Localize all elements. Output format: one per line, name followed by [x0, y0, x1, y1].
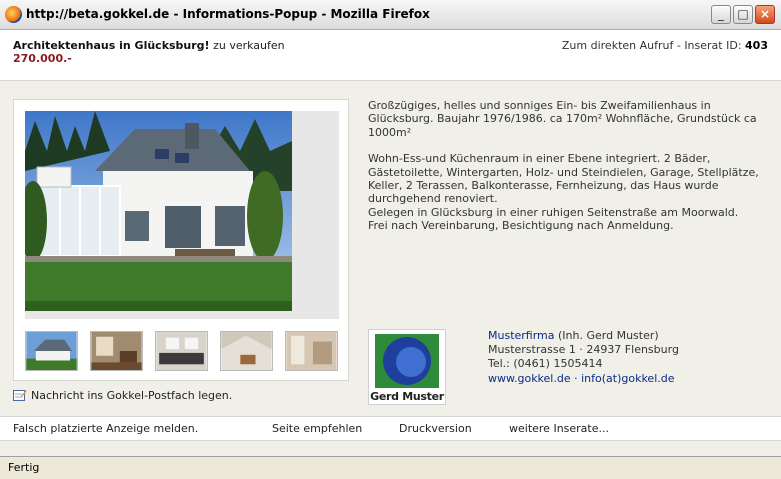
description-paragraph-2: Wohn-Ess-und Küchenraum in einer Ebene i…: [368, 152, 759, 206]
thumbnail-interior-kitchen[interactable]: [155, 331, 208, 371]
listing-description: Großzügiges, helles und sonniges Ein- bi…: [368, 99, 768, 233]
listing-title-bold: Architektenhaus in Glücksburg!: [13, 39, 210, 52]
listing-header: Architektenhaus in Glücksburg! zu verkau…: [0, 30, 781, 81]
company-name-link[interactable]: Musterfirma: [488, 329, 555, 342]
company-address: Musterstrasse 1 · 24937 Flensburg: [488, 343, 679, 357]
inserat-id-label: Zum direkten Aufruf - Inserat ID: 403: [562, 39, 768, 52]
minimize-button[interactable]: _: [711, 5, 731, 24]
status-bar: Fertig: [0, 456, 781, 479]
firefox-icon: [5, 6, 22, 23]
recommend-page-link[interactable]: Seite empfehlen: [272, 422, 362, 435]
popup-content: Architektenhaus in Glücksburg! zu verkau…: [0, 30, 781, 456]
listing-title-suffix: zu verkaufen: [209, 39, 285, 52]
company-contact: Musterfirma (Inh. Gerd Muster) Musterstr…: [488, 329, 679, 386]
listing-price: 270.000.-: [13, 52, 72, 65]
status-text: Fertig: [8, 461, 40, 474]
company-logo-graphic: [375, 334, 439, 388]
thumbnail-exterior[interactable]: [25, 331, 78, 371]
message-mailbox-link[interactable]: Nachricht ins Gokkel-Postfach legen.: [13, 389, 232, 402]
maximize-button[interactable]: □: [733, 5, 753, 24]
description-paragraph-4: Frei nach Vereinbarung, Besichtigung nac…: [368, 219, 674, 233]
company-web-line: www.gokkel.de · info(at)gokkel.de: [488, 372, 679, 386]
report-ad-link[interactable]: Falsch platzierte Anzeige melden.: [13, 422, 198, 435]
message-mailbox-text: Nachricht ins Gokkel-Postfach legen.: [31, 389, 233, 402]
inserat-id[interactable]: 403: [745, 39, 768, 52]
listing-title: Architektenhaus in Glücksburg! zu verkau…: [13, 39, 285, 52]
description-paragraph-3: Gelegen in Glücksburg in einer ruhigen S…: [368, 205, 739, 219]
direct-access-label: Zum direkten Aufruf - Inserat ID:: [561, 39, 746, 52]
close-button[interactable]: ×: [755, 5, 775, 24]
footer-links: Falsch platzierte Anzeige melden. Seite …: [0, 416, 781, 441]
company-logo-text: Gerd Muster: [370, 390, 444, 403]
thumbnail-interior-bath[interactable]: [285, 331, 338, 371]
company-link-separator: ·: [570, 371, 582, 385]
window-title: http://beta.gokkel.de - Informations-Pop…: [26, 7, 430, 21]
thumbnail-interior-attic[interactable]: [220, 331, 273, 371]
print-version-link[interactable]: Druckversion: [399, 422, 472, 435]
pencil-note-icon: [13, 390, 27, 401]
window-titlebar: http://beta.gokkel.de - Informations-Pop…: [0, 0, 781, 30]
company-name-line: Musterfirma (Inh. Gerd Muster): [488, 329, 679, 343]
description-paragraph-1: Großzügiges, helles und sonniges Ein- bi…: [368, 99, 757, 139]
company-logo[interactable]: Gerd Muster: [368, 329, 446, 405]
house-photo[interactable]: [25, 111, 292, 311]
company-website-link[interactable]: www.gokkel.de: [488, 372, 571, 385]
company-owner: (Inh. Gerd Muster): [554, 329, 659, 342]
photo-gallery: [13, 99, 349, 381]
main-photo-frame: [25, 111, 339, 319]
more-listings-link[interactable]: weitere Inserate...: [509, 422, 609, 435]
company-email-link[interactable]: info(at)gokkel.de: [581, 372, 674, 385]
company-phone: Tel.: (0461) 1505414: [488, 357, 603, 371]
thumbnail-interior-living[interactable]: [90, 331, 143, 371]
